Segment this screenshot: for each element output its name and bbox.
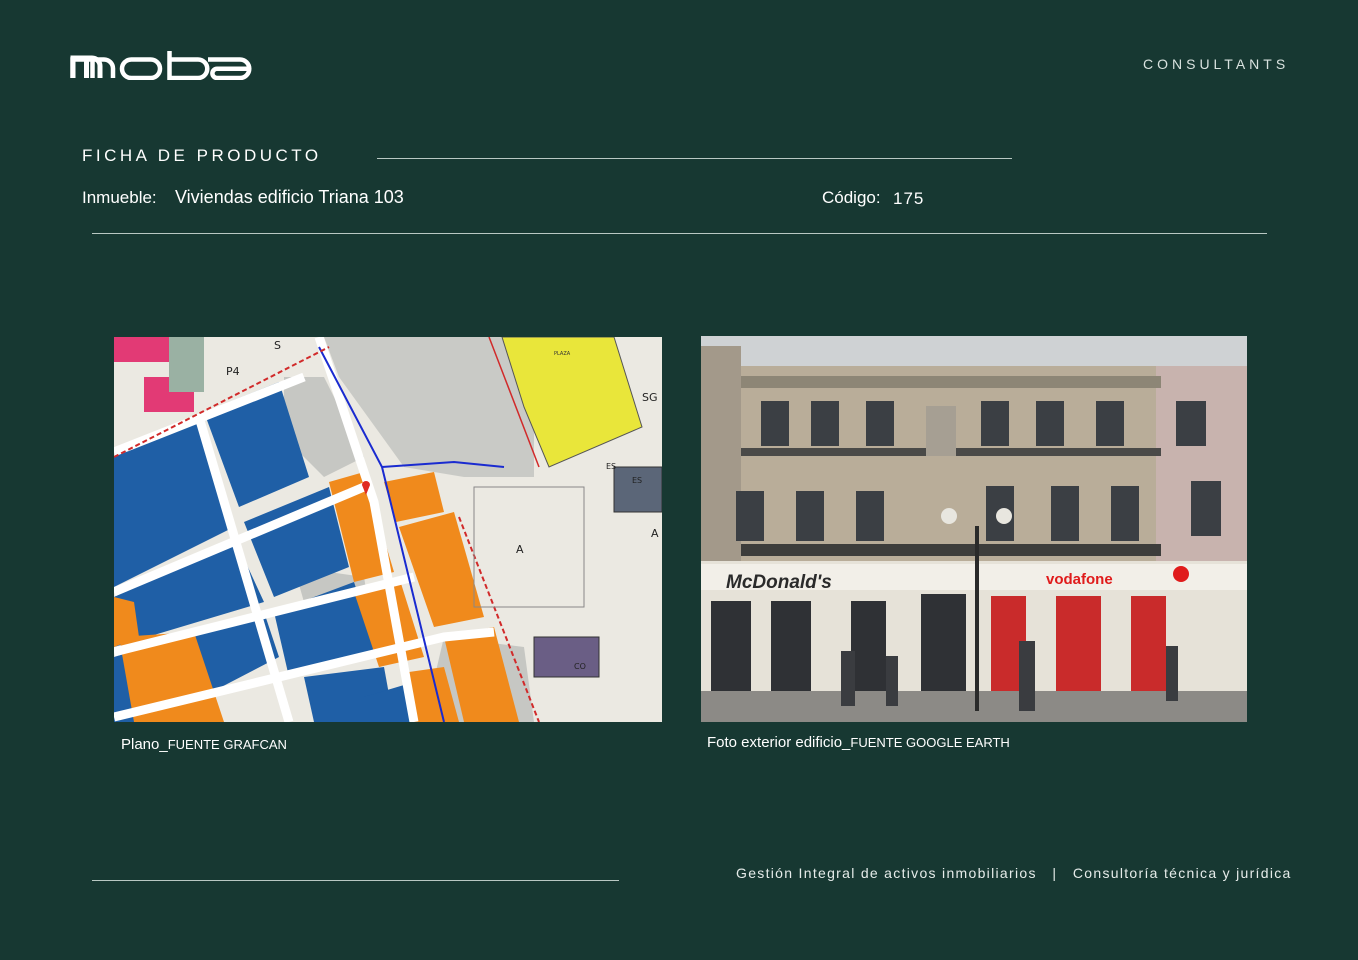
- svg-text:PLAZA: PLAZA: [554, 351, 571, 357]
- header-divider: [92, 233, 1267, 234]
- title-divider: [377, 158, 1012, 159]
- vodafone-sign: vodafone: [1046, 571, 1113, 588]
- urban-plan-map: PLAZA S P4 SG ES ES A A CO: [114, 337, 662, 722]
- map-caption-main: Plano_: [121, 736, 168, 753]
- footer-services-right: Consultoría técnica y jurídica: [1072, 865, 1292, 881]
- footer-divider: [92, 880, 619, 881]
- map-label: P4: [226, 365, 240, 378]
- section-title: FICHA DE PRODUCTO: [82, 146, 322, 165]
- code-value: 175: [893, 189, 925, 208]
- footer-separator: |: [1052, 865, 1058, 881]
- map-label: ES: [606, 462, 616, 471]
- map-label: S: [274, 339, 281, 352]
- footer-services: Gestión Integral de activos inmobiliario…: [736, 865, 1292, 881]
- mcdonalds-sign: McDonald's: [726, 572, 832, 593]
- photo-caption: Foto exterior edificio_FUENTE GOOGLE EAR…: [707, 734, 1010, 751]
- property-label: Inmueble:: [82, 188, 157, 207]
- property-value: Viviendas edificio Triana 103: [175, 187, 404, 207]
- moba-logo-letters: [70, 51, 252, 80]
- map-label: CO: [574, 662, 586, 671]
- code-label: Código:: [822, 188, 881, 207]
- map-label: A: [651, 527, 659, 540]
- map-label: A: [516, 543, 524, 556]
- map-label: ES: [632, 476, 642, 485]
- map-caption: Plano_FUENTE GRAFCAN: [121, 736, 287, 753]
- map-label: SG: [642, 391, 658, 404]
- photo-caption-source: FUENTE GOOGLE EARTH: [850, 735, 1010, 750]
- building-photo: McDonald's vodafone: [701, 336, 1247, 722]
- map-caption-source: FUENTE GRAFCAN: [167, 737, 287, 752]
- photo-caption-main: Foto exterior edificio_: [707, 734, 851, 751]
- footer-services-left: Gestión Integral de activos inmobiliario…: [736, 865, 1037, 881]
- brand-tagline: CONSULTANTS: [1143, 56, 1290, 72]
